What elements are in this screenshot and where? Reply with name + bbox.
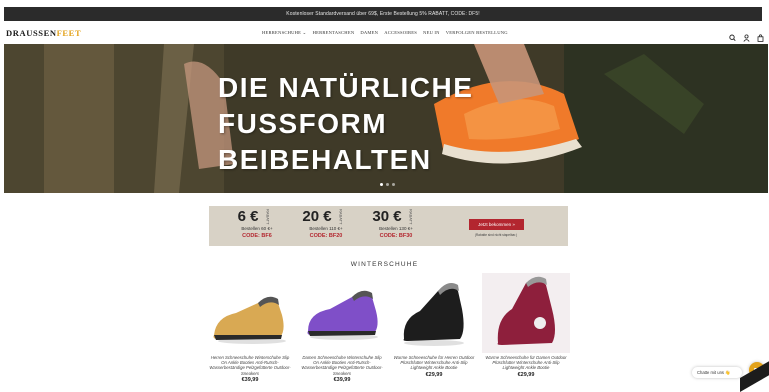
product-shoe-shape [403, 286, 464, 341]
product-card[interactable]: Damen Schneeschuhe Winterschuhe Slip On … [298, 273, 386, 383]
coupon-3-min: Bestellen 130 €+ [379, 226, 413, 231]
product-image[interactable] [390, 273, 478, 353]
coupon-3: 30 € RABATT Bestellen 130 €+ CODE: BF30 [366, 208, 426, 241]
product-image[interactable] [206, 273, 294, 353]
coupon-2-amount: 20 € [302, 208, 332, 225]
announcement-bar: Kostenloser Standardversand über 69$, Er… [4, 7, 762, 21]
hero-banner[interactable]: DIE NATÜRLICHE FUSSFORM BEIBEHALTEN [4, 44, 768, 193]
logo-part-1: DRAUSSEN [6, 28, 57, 38]
coupon-note: (Rabatte sind nicht stapelbar.) [474, 233, 518, 237]
coupon-1-code: CODE: BF6 [242, 233, 272, 239]
hero-line-3: BEIBEHALTEN [218, 144, 432, 175]
product-shoe-shape [307, 293, 378, 335]
slider-dot-2[interactable] [386, 183, 389, 186]
product-price: €39,99 [333, 376, 351, 383]
coupon-1-min: Bestellen 60 €+ [241, 226, 273, 231]
main-nav: HERRENSCHUHE ⌄ HERRENTASCHEN DAMEN ACCES… [262, 30, 508, 36]
coupon-3-amount: 30 € [372, 208, 402, 225]
nav-accessoires[interactable]: ACCESSOIRES [384, 30, 417, 36]
coupon-2-min: Bestellen 110 €+ [309, 226, 343, 231]
coupon-2-code: CODE: BF20 [309, 233, 343, 239]
product-card[interactable]: Warme Schneeschuhe für Herren Outdoor Pl… [390, 273, 478, 378]
nav-neu-in[interactable]: NEU IN [423, 30, 440, 36]
coupon-1-tag: RABATT [265, 209, 271, 225]
hero-line-2: FUSSFORM [218, 108, 388, 139]
site-header: DRAUSSENFEET HERRENSCHUHE ⌄ HERRENTASCHE… [0, 22, 769, 44]
product-price: €29,99 [425, 371, 443, 378]
product-card[interactable]: Herren Schneeschuhe Winterschuhe Slip On… [206, 273, 294, 383]
product-shoe-shape [497, 279, 555, 345]
product-name[interactable]: Damen Schneeschuhe Winterschuhe Slip On … [298, 355, 386, 376]
slider-dot-3[interactable] [392, 183, 395, 186]
coupon-2: 20 € RABATT Bestellen 110 €+ CODE: BF20 [296, 208, 356, 241]
product-shoe-shape [213, 299, 284, 339]
coupon-3-tag: RABATT [408, 209, 414, 225]
nav-herrentaschen[interactable]: HERRENTASCHEN [313, 30, 355, 36]
coupon-2-tag: RABATT [338, 209, 344, 225]
slider-dot-1[interactable] [380, 183, 383, 186]
account-icon[interactable] [743, 29, 750, 42]
product-image[interactable] [482, 273, 570, 353]
hero-line-1: DIE NATÜRLICHE [218, 72, 474, 103]
hero-headline: DIE NATÜRLICHE FUSSFORM BEIBEHALTEN [218, 70, 473, 178]
get-coupon-button[interactable]: Jetzt bekommen » [469, 219, 524, 230]
product-price: €29,99 [517, 371, 535, 378]
coupon-1-amount: 6 € [237, 208, 259, 225]
nav-damen[interactable]: DAMEN [360, 30, 378, 36]
nav-verfolgen-bestellung[interactable]: VERFOLGEN BESTELLUNG [446, 30, 508, 36]
product-name[interactable]: Warme Schneeschuhe für Herren Outdoor Pl… [390, 355, 478, 371]
section-title: WINTERSCHUHE [350, 261, 419, 268]
coupon-1: 6 € RABATT Bestellen 60 €+ CODE: BF6 [227, 208, 287, 241]
header-icons [729, 29, 764, 42]
product-name[interactable]: Herren Schneeschuhe Winterschuhe Slip On… [206, 355, 294, 376]
nav-herrenschuhe[interactable]: HERRENSCHUHE ⌄ [262, 30, 307, 36]
product-price: €39,99 [241, 376, 259, 383]
coupon-3-code: CODE: BF30 [379, 233, 413, 239]
slider-dots [380, 183, 395, 186]
product-image[interactable] [298, 273, 386, 353]
product-grid: Herren Schneeschuhe Winterschuhe Slip On… [206, 273, 570, 392]
site-logo[interactable]: DRAUSSENFEET [6, 28, 81, 38]
search-icon[interactable] [729, 29, 736, 42]
product-name[interactable]: Warme Schneeschuhe für Damen Outdoor Plü… [482, 355, 570, 371]
logo-part-2: FEET [56, 28, 82, 38]
cart-icon[interactable] [757, 29, 764, 42]
discount-banner: 6 € RABATT Bestellen 60 €+ CODE: BF6 20 €… [209, 206, 568, 246]
product-card[interactable]: Warme Schneeschuhe für Damen Outdoor Plü… [482, 273, 570, 378]
chat-label[interactable]: Chatte mit uns 👋 [692, 367, 742, 378]
